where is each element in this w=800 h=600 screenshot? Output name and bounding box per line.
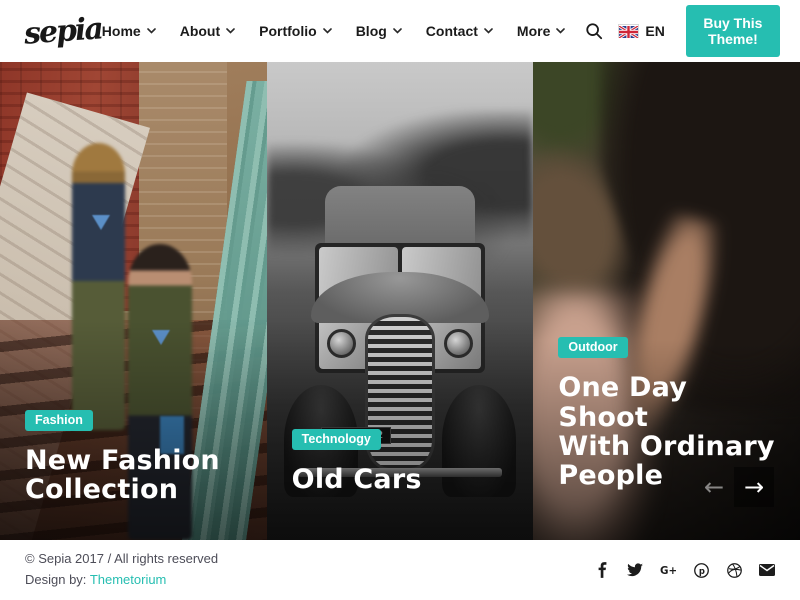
slider-prev-button[interactable]: ←	[694, 467, 734, 507]
photo-triangle-print	[92, 215, 110, 230]
svg-text:G+: G+	[660, 565, 676, 576]
slide-old-cars[interactable]: SH 71 02 Technology Old Cars	[267, 62, 534, 540]
category-badge[interactable]: Technology	[292, 429, 381, 450]
slide-title[interactable]: Old Cars	[292, 465, 516, 494]
uk-flag-icon	[618, 24, 639, 38]
nav-label: Portfolio	[259, 23, 317, 39]
category-badge[interactable]: Fashion	[25, 410, 93, 431]
slide-content: Fashion New Fashion Collection	[25, 410, 249, 504]
dribbble-icon[interactable]	[726, 562, 742, 578]
hero-slider: Fashion New Fashion Collection SH 71	[0, 62, 800, 540]
main-nav: Home About Portfolio Blog Contact More	[102, 23, 566, 39]
nav-label: Home	[102, 23, 141, 39]
chevron-down-icon	[393, 28, 402, 34]
slide-title[interactable]: New Fashion Collection	[25, 446, 249, 504]
page: sepia Home About Portfolio Blog Contact	[0, 0, 800, 600]
design-credit: Design by: Themetorium	[25, 570, 218, 591]
slide-title-line: With Ordinary	[558, 432, 782, 461]
slider-next-button[interactable]: →	[734, 467, 774, 507]
twitter-icon[interactable]	[627, 562, 643, 578]
nav-item-about[interactable]: About	[180, 23, 235, 39]
buy-theme-button[interactable]: Buy This Theme!	[686, 5, 780, 57]
copyright-text: © Sepia 2017 / All rights reserved	[25, 549, 218, 570]
nav-item-portfolio[interactable]: Portfolio	[259, 23, 332, 39]
nav-label: Blog	[356, 23, 387, 39]
language-label: EN	[645, 23, 664, 39]
google-plus-icon[interactable]: G+	[660, 562, 676, 578]
site-logo[interactable]: sepia	[23, 11, 103, 51]
nav-item-home[interactable]: Home	[102, 23, 156, 39]
slide-content: Technology Old Cars	[292, 429, 516, 494]
chevron-down-icon	[556, 28, 565, 34]
search-icon[interactable]	[585, 21, 603, 41]
svg-text:p: p	[698, 565, 704, 575]
slide-outdoor[interactable]: Outdoor One Day Shoot With Ordinary Peop…	[533, 62, 800, 540]
slide-title-line: One Day Shoot	[558, 373, 782, 431]
nav-item-blog[interactable]: Blog	[356, 23, 402, 39]
slide-title-line: Collection	[25, 475, 249, 504]
social-links: G+ p	[594, 562, 775, 578]
pinterest-icon[interactable]: p	[693, 562, 709, 578]
site-header: sepia Home About Portfolio Blog Contact	[0, 0, 800, 62]
slider-navigation: ← →	[694, 467, 774, 507]
design-credit-link[interactable]: Themetorium	[90, 572, 167, 587]
slide-title-line: Old Cars	[292, 465, 516, 494]
chevron-down-icon	[226, 28, 235, 34]
category-badge[interactable]: Outdoor	[558, 337, 627, 358]
facebook-icon[interactable]	[594, 562, 610, 578]
site-footer: © Sepia 2017 / All rights reserved Desig…	[0, 540, 800, 600]
email-icon[interactable]	[759, 562, 775, 578]
nav-item-contact[interactable]: Contact	[426, 23, 493, 39]
footer-text: © Sepia 2017 / All rights reserved Desig…	[25, 549, 218, 591]
chevron-down-icon	[323, 28, 332, 34]
chevron-down-icon	[484, 28, 493, 34]
nav-label: About	[180, 23, 220, 39]
slide-fashion[interactable]: Fashion New Fashion Collection	[0, 62, 267, 540]
nav-label: Contact	[426, 23, 478, 39]
header-actions: EN Buy This Theme!	[585, 5, 780, 57]
nav-item-more[interactable]: More	[517, 23, 565, 39]
slide-title-line: New Fashion	[25, 446, 249, 475]
language-switcher[interactable]: EN	[618, 23, 664, 39]
nav-label: More	[517, 23, 550, 39]
chevron-down-icon	[147, 28, 156, 34]
